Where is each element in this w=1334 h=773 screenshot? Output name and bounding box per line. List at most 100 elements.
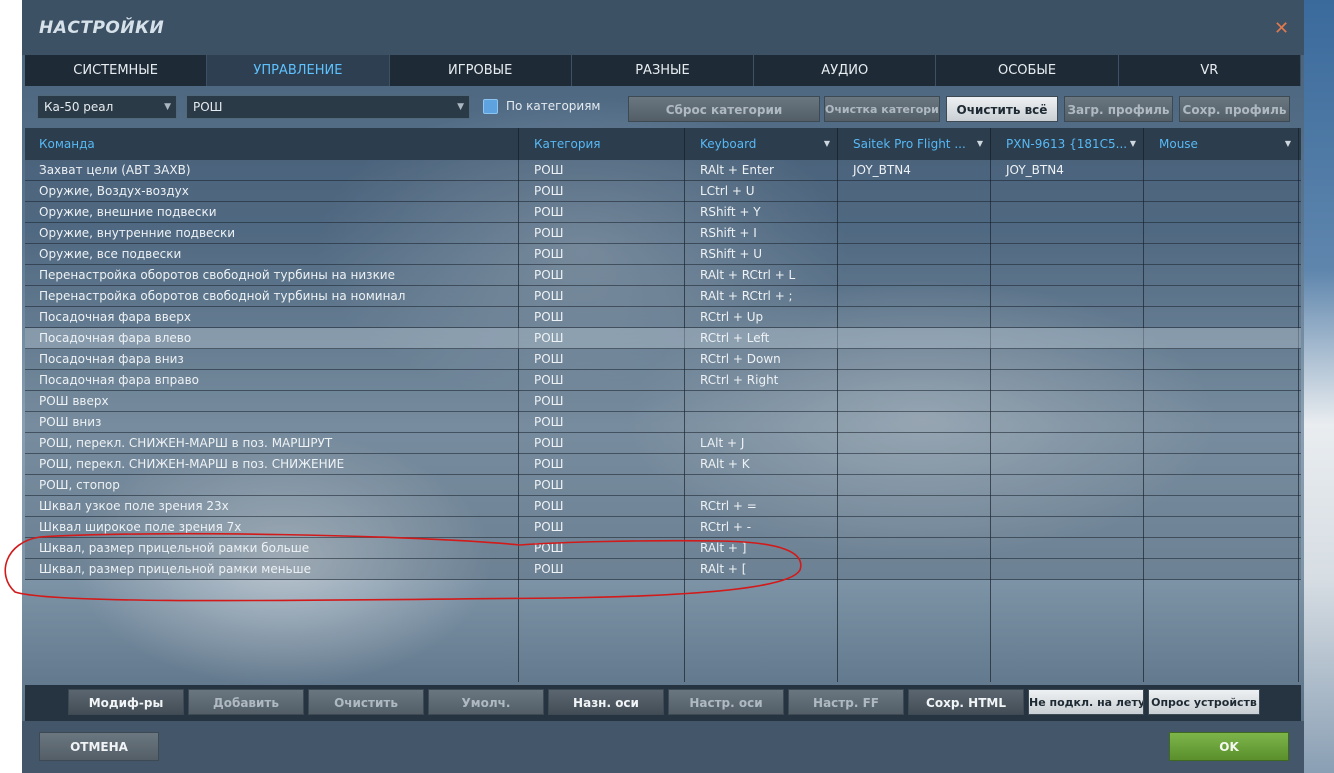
table-row[interactable]: Захват цели (АВТ ЗАХВ) РОШ RAlt + Enter JOY… [25,160,1301,181]
cell-mouse[interactable] [1148,202,1298,222]
table-row[interactable]: Оружие, внутренние подвески РОШ RShift + I [25,223,1301,244]
cell-mouse[interactable] [1148,181,1298,201]
cell-mouse[interactable] [1148,265,1298,285]
cell-mouse[interactable] [1148,223,1298,243]
cell-keyboard[interactable]: RAlt + [ [689,559,837,579]
table-row[interactable]: Оружие, все подвески РОШ RShift + U [25,244,1301,265]
save-html-button[interactable]: Сохр. HTML [908,689,1024,715]
cell-saitek[interactable] [842,223,990,243]
cell-pxn[interactable] [995,307,1143,327]
cell-mouse[interactable] [1148,412,1298,432]
cell-mouse[interactable] [1148,328,1298,348]
cell-pxn[interactable] [995,202,1143,222]
cell-mouse[interactable] [1148,391,1298,411]
cell-mouse[interactable] [1148,559,1298,579]
column-header-pxn[interactable]: PXN-9613 {181C5... ▼ [995,128,1143,160]
table-row[interactable]: Шквал, размер прицельной рамки больше РОШ… [25,538,1301,559]
cell-pxn[interactable] [995,433,1143,453]
cell-mouse[interactable] [1148,538,1298,558]
cell-keyboard[interactable]: RAlt + ] [689,538,837,558]
table-row[interactable]: Посадочная фара влево РОШ RCtrl + Left [25,328,1301,349]
column-header-saitek[interactable]: Saitek Pro Flight ... ▼ [842,128,990,160]
tab-misc[interactable]: РАЗНЫЕ [571,55,755,86]
chevron-down-icon[interactable]: ▼ [824,128,830,160]
default-button[interactable]: Умолч. [428,689,544,715]
cell-pxn[interactable] [995,244,1143,264]
reset-category-button[interactable]: Сброс категории [628,96,820,122]
ff-tune-button[interactable]: Настр. FF [788,689,904,715]
cell-mouse[interactable] [1148,160,1298,180]
cell-keyboard[interactable]: RCtrl + = [689,496,837,516]
table-row[interactable]: Перенастройка оборотов свободной турбины… [25,286,1301,307]
by-category-checkbox[interactable] [483,99,498,114]
tab-controls[interactable]: УПРАВЛЕНИЕ [207,55,390,86]
table-row[interactable]: Перенастройка оборотов свободной турбины… [25,265,1301,286]
cell-pxn[interactable] [995,370,1143,390]
cell-saitek[interactable] [842,244,990,264]
cell-pxn[interactable] [995,286,1143,306]
tab-gameplay[interactable]: ИГРОВЫЕ [389,55,572,86]
cell-keyboard[interactable]: RShift + I [689,223,837,243]
clear-category-button[interactable]: Очистка категории [824,96,940,122]
table-row[interactable]: Посадочная фара вниз РОШ RCtrl + Down [25,349,1301,370]
category-select[interactable]: РОШ ▼ [186,95,470,119]
close-icon[interactable]: ✕ [1274,18,1289,39]
cell-pxn[interactable] [995,223,1143,243]
cell-keyboard[interactable] [689,391,837,411]
table-row[interactable]: Шквал узкое поле зрения 23х РОШ RCtrl + = [25,496,1301,517]
load-profile-button[interactable]: Загр. профиль [1064,96,1173,122]
cell-pxn[interactable]: JOY_BTN4 [995,160,1143,180]
cell-keyboard[interactable] [689,475,837,495]
column-header-category[interactable]: Категория [523,128,683,160]
cell-pxn[interactable] [995,328,1143,348]
cell-saitek[interactable]: JOY_BTN4 [842,160,990,180]
cell-keyboard[interactable]: RCtrl + Right [689,370,837,390]
save-profile-button[interactable]: Сохр. профиль [1179,96,1290,122]
cell-pxn[interactable] [995,475,1143,495]
cell-mouse[interactable] [1148,433,1298,453]
cell-saitek[interactable] [842,412,990,432]
cell-saitek[interactable] [842,475,990,495]
cell-keyboard[interactable]: RAlt + K [689,454,837,474]
add-button[interactable]: Добавить [188,689,304,715]
hotplug-off-button[interactable]: Не подкл. на лету [1028,689,1144,715]
cell-pxn[interactable] [995,538,1143,558]
cell-saitek[interactable] [842,181,990,201]
cell-mouse[interactable] [1148,244,1298,264]
cell-pxn[interactable] [995,517,1143,537]
cell-saitek[interactable] [842,433,990,453]
table-row[interactable]: РОШ вниз РОШ [25,412,1301,433]
table-row[interactable]: Шквал широкое поле зрения 7х РОШ RCtrl + - [25,517,1301,538]
table-row[interactable]: РОШ, стопор РОШ [25,475,1301,496]
cell-keyboard[interactable]: RAlt + RCtrl + L [689,265,837,285]
cell-pxn[interactable] [995,559,1143,579]
table-row[interactable]: Оружие, Воздух-воздух РОШ LCtrl + U [25,181,1301,202]
chevron-down-icon[interactable]: ▼ [1130,128,1136,160]
cell-mouse[interactable] [1148,517,1298,537]
column-header-mouse[interactable]: Mouse ▼ [1148,128,1298,160]
column-header-keyboard[interactable]: Keyboard ▼ [689,128,837,160]
cell-mouse[interactable] [1148,307,1298,327]
table-row[interactable]: Шквал, размер прицельной рамки меньше РОШ… [25,559,1301,580]
cell-pxn[interactable] [995,496,1143,516]
cell-keyboard[interactable]: RCtrl + Left [689,328,837,348]
cell-saitek[interactable] [842,454,990,474]
clear-all-button[interactable]: Очистить всё [946,96,1058,122]
chevron-down-icon[interactable]: ▼ [1285,128,1291,160]
poll-devices-button[interactable]: Опрос устройств [1148,689,1260,715]
cancel-button[interactable]: ОТМЕНА [39,732,159,761]
cell-pxn[interactable] [995,265,1143,285]
cell-saitek[interactable] [842,517,990,537]
table-row[interactable]: РОШ, перекл. СНИЖЕН-МАРШ в поз. СНИЖЕНИЕ… [25,454,1301,475]
cell-saitek[interactable] [842,391,990,411]
assign-axis-button[interactable]: Назн. оси [548,689,664,715]
cell-saitek[interactable] [842,349,990,369]
cell-pxn[interactable] [995,181,1143,201]
cell-saitek[interactable] [842,559,990,579]
cell-keyboard[interactable] [689,412,837,432]
cell-saitek[interactable] [842,496,990,516]
cell-keyboard[interactable]: RCtrl + - [689,517,837,537]
table-row[interactable]: Посадочная фара вверх РОШ RCtrl + Up [25,307,1301,328]
modifiers-button[interactable]: Модиф-ры [68,689,184,715]
cell-mouse[interactable] [1148,475,1298,495]
